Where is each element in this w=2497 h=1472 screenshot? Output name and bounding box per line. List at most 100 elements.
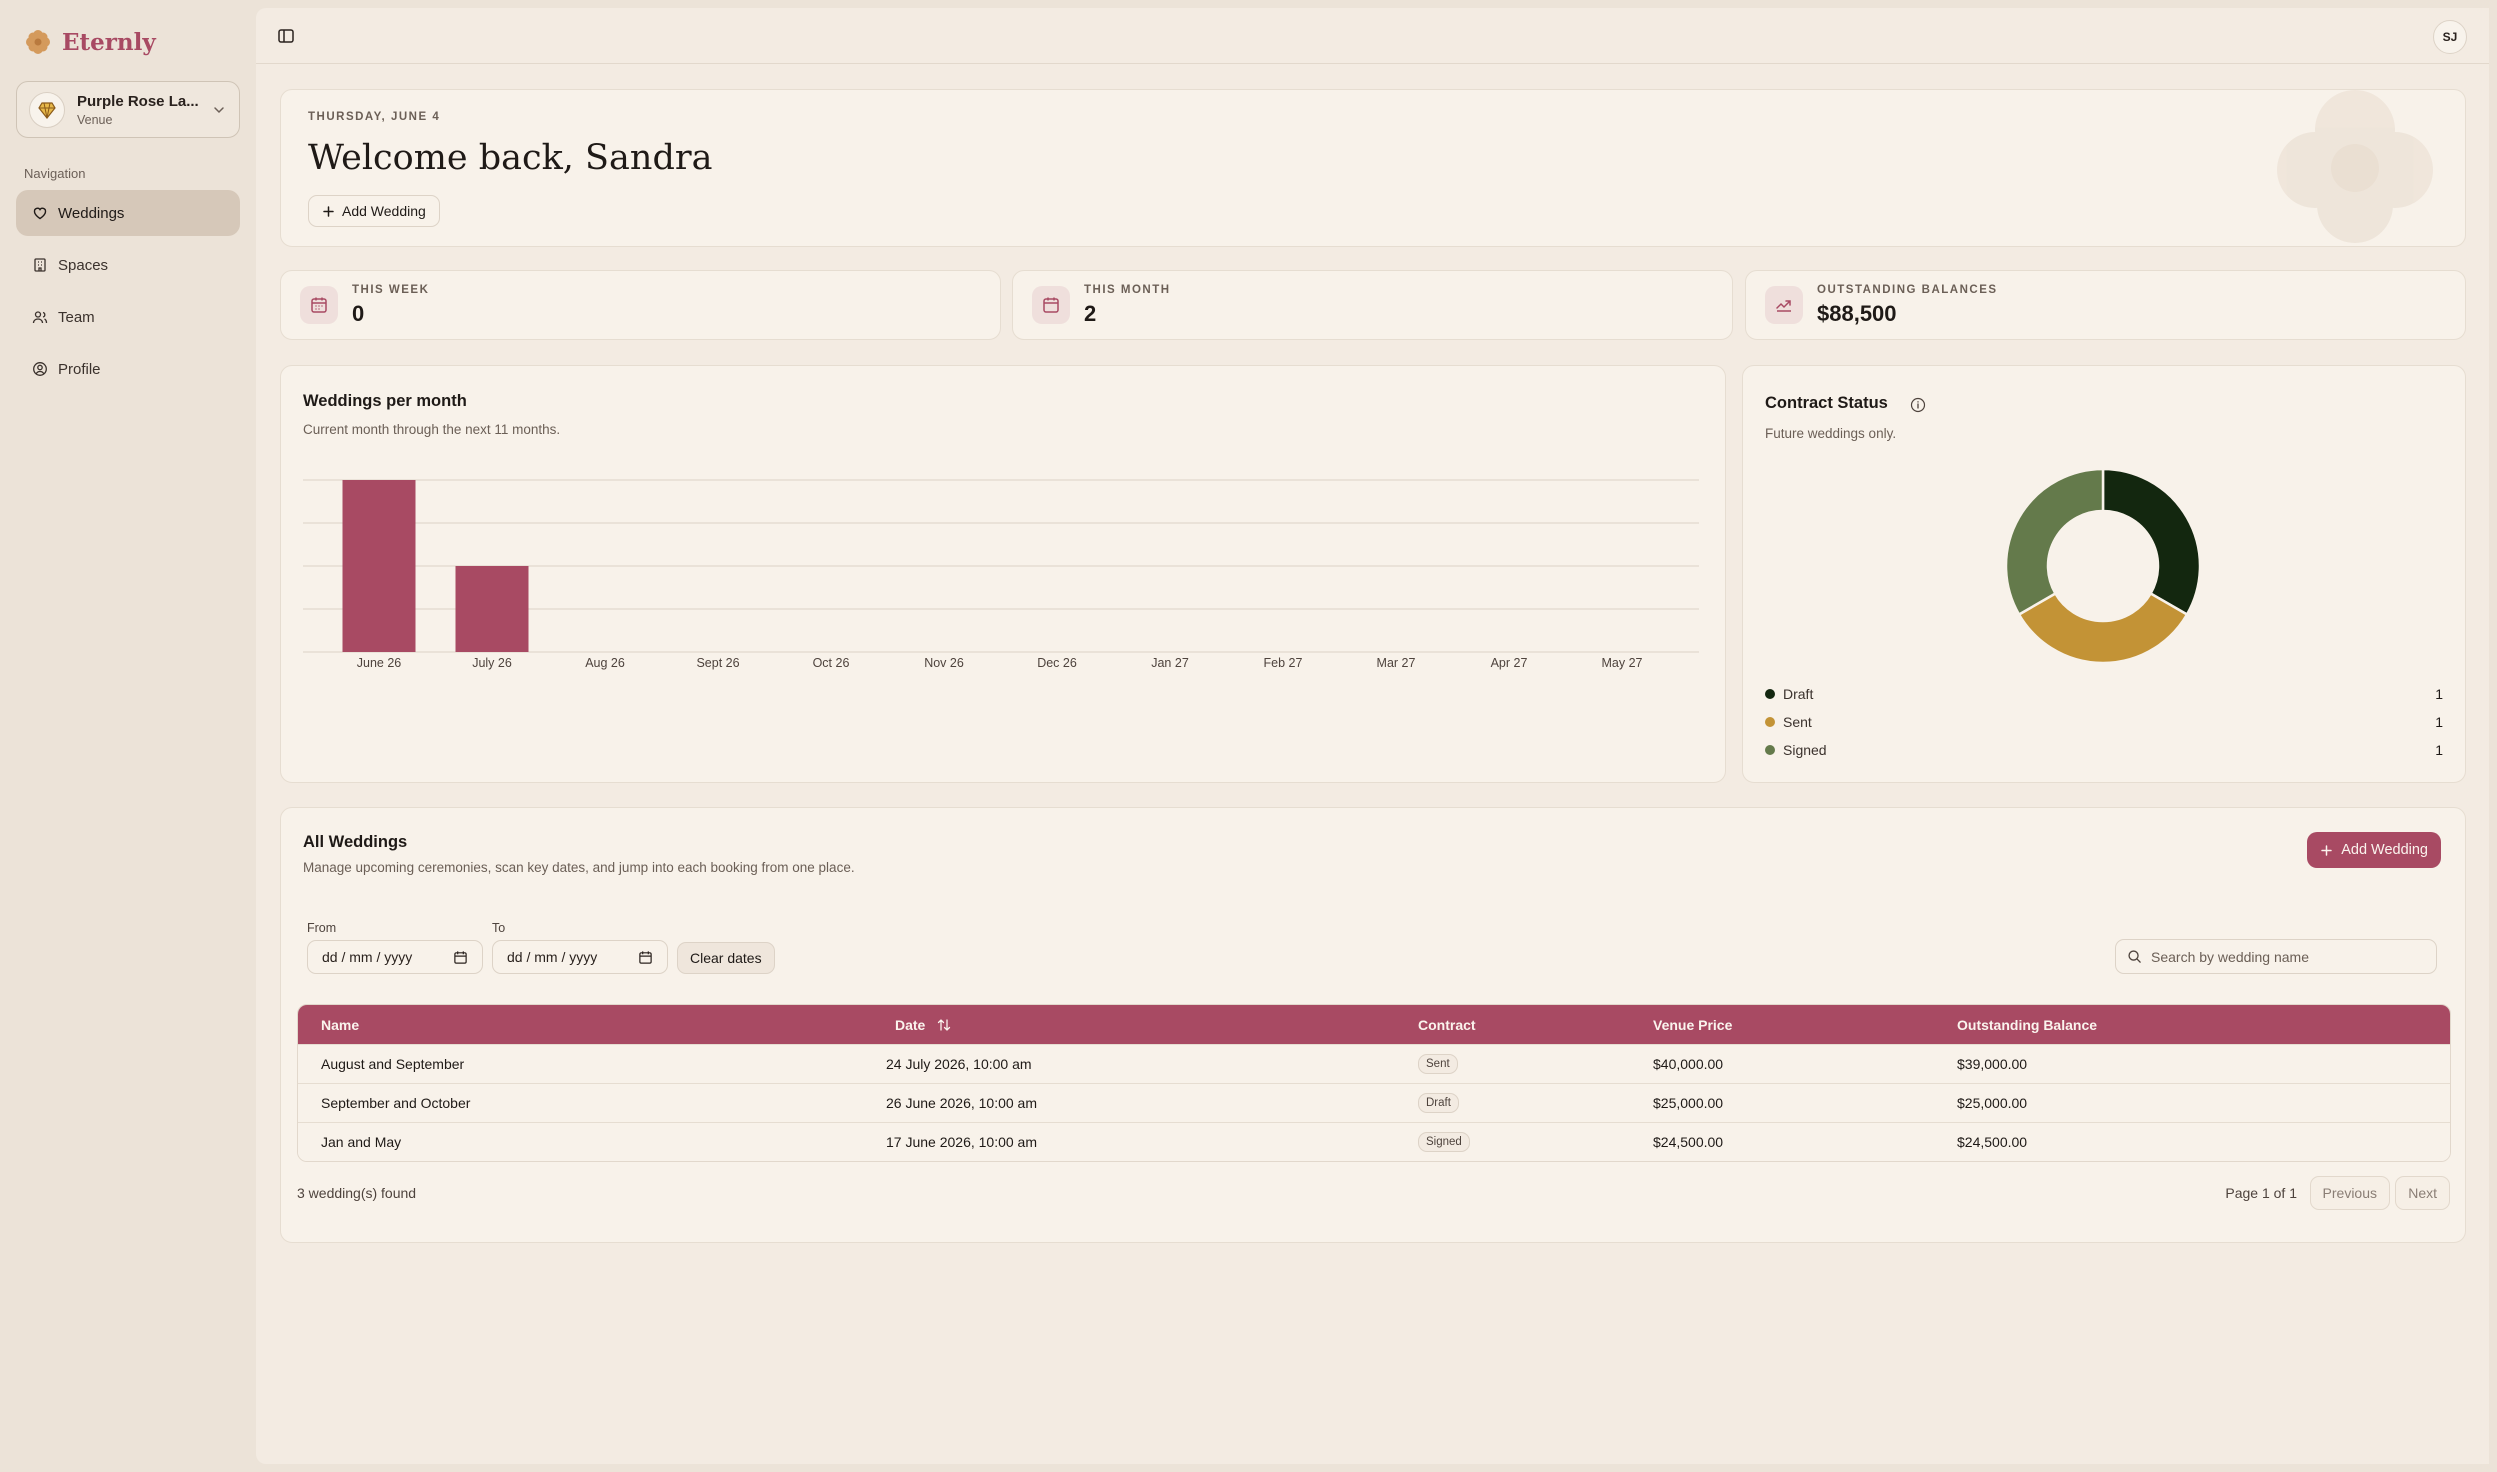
previous-page-button[interactable]: Previous — [2309, 1176, 2390, 1210]
contract-status-title: Contract Status — [1765, 394, 1888, 412]
x-tick-label: Sept 26 — [696, 656, 739, 670]
from-date-input[interactable]: dd / mm / yyyy — [307, 940, 483, 974]
sidebar-toggle-icon[interactable] — [276, 26, 296, 46]
cell-contract: Signed — [1418, 1123, 1470, 1161]
add-wedding-button[interactable]: Add Wedding — [308, 195, 440, 227]
x-tick-label: June 26 — [357, 656, 402, 670]
brand[interactable]: Eternly — [24, 28, 156, 56]
legend-row-draft: Draft 1 — [1765, 683, 2443, 705]
column-header-venue-price[interactable]: Venue Price — [1653, 1005, 1732, 1044]
sort-icon[interactable] — [937, 1018, 951, 1032]
money-icon — [1765, 286, 1803, 324]
sidebar-item-weddings[interactable]: Weddings — [16, 190, 240, 236]
welcome-card: THURSDAY, JUNE 4 Welcome back, Sandra Ad… — [280, 89, 2466, 247]
table-row[interactable]: Jan and May 17 June 2026, 10:00 am Signe… — [298, 1122, 2450, 1161]
weddings-chart-card: Weddings per month Current month through… — [280, 365, 1726, 783]
legend-label: Draft — [1783, 686, 1814, 702]
plus-icon — [323, 205, 334, 217]
column-header-date[interactable]: Date — [895, 1005, 951, 1044]
column-header-contract[interactable]: Contract — [1418, 1005, 1476, 1044]
flower-logo-icon — [26, 30, 50, 54]
plus-icon — [2321, 844, 2332, 856]
weddings-table: Name Date Contract Venue Price Outstandi… — [297, 1004, 2451, 1162]
top-bar: SJ — [256, 8, 2489, 64]
weddings-bar-chart: June 26 July 26 Aug 26 Sept 26 Oct 26 Nov 26 D… — [303, 479, 1699, 670]
calendar-icon[interactable] — [453, 950, 468, 965]
user-avatar[interactable]: SJ — [2433, 20, 2467, 54]
column-header-outstanding[interactable]: Outstanding Balance — [1957, 1005, 2097, 1044]
cell-date: 26 June 2026, 10:00 am — [886, 1095, 1038, 1111]
stat-label: OUTSTANDING BALANCES — [1817, 283, 1998, 296]
table-header: Name Date Contract Venue Price Outstandi… — [298, 1005, 2450, 1044]
table-row[interactable]: August and September 24 July 2026, 10:00… — [298, 1044, 2450, 1083]
legend-dot — [1765, 745, 1775, 755]
legend-count: 1 — [2435, 742, 2443, 758]
venue-switcher[interactable]: Purple Rose La... Venue — [16, 81, 240, 138]
cell-name: Jan and May — [321, 1134, 402, 1150]
legend-count: 1 — [2435, 686, 2443, 702]
nav-section-label: Navigation — [24, 166, 86, 181]
calendar-icon[interactable] — [638, 950, 653, 965]
legend-row-sent: Sent 1 — [1765, 711, 2443, 733]
chevron-down-icon — [214, 106, 224, 113]
legend-dot — [1765, 689, 1775, 699]
info-icon[interactable] — [1910, 397, 1926, 413]
cell-date: 17 June 2026, 10:00 am — [886, 1134, 1038, 1150]
legend-label: Sent — [1783, 714, 1812, 730]
to-date-input[interactable]: dd / mm / yyyy — [492, 940, 668, 974]
venue-type: Venue — [77, 112, 113, 127]
decorative-flower-watermark — [2277, 90, 2433, 243]
chart-title: Weddings per month — [303, 392, 467, 410]
chart-subtitle: Current month through the next 11 months… — [303, 422, 561, 437]
cell-venue-price: $24,500.00 — [1653, 1134, 1724, 1150]
clear-dates-button[interactable]: Clear dates — [677, 942, 775, 974]
sidebar-item-profile[interactable]: Profile — [16, 346, 240, 392]
sidebar-item-label: Weddings — [58, 204, 125, 222]
cell-outstanding: $39,000.00 — [1957, 1056, 2028, 1072]
venue-name: Purple Rose La... — [77, 92, 199, 110]
contract-status-donut — [2004, 467, 2202, 665]
sidebar-item-team[interactable]: Team — [16, 294, 240, 340]
all-weddings-subtitle: Manage upcoming ceremonies, scan key dat… — [303, 860, 855, 875]
donut-slice-sent[interactable] — [2017, 591, 2189, 665]
stat-this-month: THIS MONTH 2 — [1012, 270, 1733, 340]
chart-bar[interactable] — [455, 566, 529, 652]
x-tick-label: Mar 27 — [1377, 656, 1416, 670]
contract-status-card: Contract Status Future weddings only. Dr… — [1742, 365, 2466, 783]
table-row[interactable]: September and October 26 June 2026, 10:0… — [298, 1083, 2450, 1122]
legend-row-signed: Signed 1 — [1765, 739, 2443, 761]
welcome-date: THURSDAY, JUNE 4 — [308, 111, 441, 123]
search-field[interactable] — [2115, 939, 2437, 974]
x-tick-label: Jan 27 — [1151, 656, 1189, 670]
cell-outstanding: $25,000.00 — [1957, 1095, 2028, 1111]
stat-label: THIS WEEK — [352, 283, 430, 296]
sidebar-item-spaces[interactable]: Spaces — [16, 242, 240, 288]
chart-bar[interactable] — [342, 480, 416, 652]
stat-value: 0 — [352, 300, 365, 326]
heart-icon — [33, 207, 47, 220]
contract-status-badge: Sent — [1418, 1054, 1458, 1074]
stat-value: 2 — [1084, 300, 1097, 326]
sidebar: Eternly Purple Rose La... Venue Navigati… — [0, 0, 256, 1472]
legend-label: Signed — [1783, 742, 1827, 758]
next-page-button[interactable]: Next — [2395, 1176, 2450, 1210]
add-wedding-label: Add Wedding — [2341, 842, 2428, 858]
search-icon — [2128, 950, 2141, 963]
cell-venue-price: $40,000.00 — [1653, 1056, 1724, 1072]
sidebar-item-label: Spaces — [58, 256, 109, 274]
x-tick-label: Aug 26 — [585, 656, 625, 670]
diamond-icon — [38, 101, 56, 119]
add-wedding-label: Add Wedding — [342, 203, 426, 219]
main-content: SJ THURSDAY, JUNE 4 Welcome back, Sandra… — [256, 8, 2489, 1464]
donut-slice-signed[interactable] — [2004, 467, 2105, 617]
search-input[interactable] — [2151, 948, 2425, 965]
legend-count: 1 — [2435, 714, 2443, 730]
add-wedding-button-primary[interactable]: Add Wedding — [2307, 832, 2441, 868]
venue-avatar — [29, 91, 65, 128]
cell-outstanding: $24,500.00 — [1957, 1134, 2028, 1150]
x-tick-label: Oct 26 — [813, 656, 850, 670]
column-header-name[interactable]: Name — [321, 1005, 359, 1044]
welcome-title: Welcome back, Sandra — [308, 138, 713, 178]
building-icon — [34, 258, 46, 272]
stat-outstanding-balances: OUTSTANDING BALANCES $88,500 — [1745, 270, 2466, 340]
